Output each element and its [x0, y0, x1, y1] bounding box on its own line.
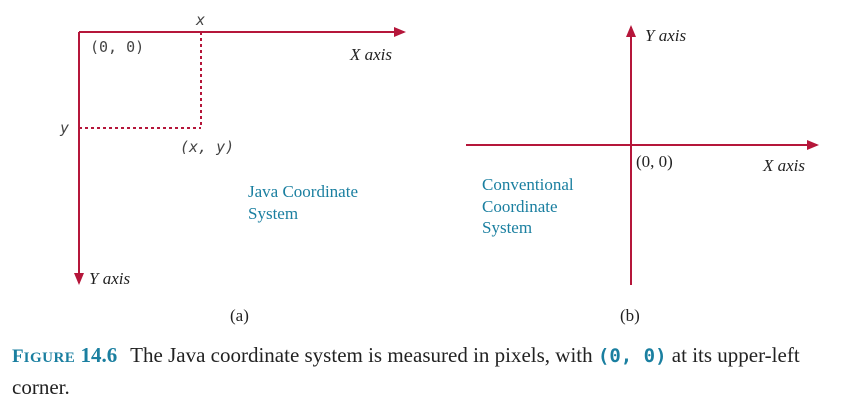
coordinate-figure: x (0, 0) X axis y (x, y) Java Coordinate… [59, 11, 819, 325]
java-title-line2: System [248, 204, 298, 223]
java-point-label: (x, y) [180, 138, 234, 156]
caption-text-before: The Java coordinate system is measured i… [130, 343, 598, 367]
conventional-title-line2: Coordinate [482, 197, 558, 216]
conventional-y-axis-label: Y axis [645, 26, 686, 45]
conventional-title-line1: Conventional [482, 175, 574, 194]
figure-number: 14.6 [80, 343, 118, 367]
figure-caption: FIGURE 14.6 The Java coordinate system i… [12, 341, 832, 402]
java-sublabel: (a) [230, 306, 249, 325]
java-x-axis-label: X axis [349, 45, 392, 64]
figure-label: FIGURE [12, 346, 75, 367]
java-title-line1: Java Coordinate [248, 182, 358, 201]
conventional-x-axis-label: X axis [762, 156, 805, 175]
conventional-title-line3: System [482, 218, 532, 237]
java-y-marker: y [59, 119, 69, 137]
java-y-axis-label: Y axis [89, 269, 130, 288]
java-x-marker: x [195, 11, 205, 29]
java-coordinate-diagram: x (0, 0) X axis y (x, y) Java Coordinate… [59, 11, 406, 325]
caption-code: (0, 0) [597, 345, 667, 367]
java-origin-label: (0, 0) [90, 38, 144, 56]
figure-label-rest: IGURE [23, 350, 76, 366]
conventional-coordinate-diagram: Y axis (0, 0) X axis Conventional Coordi… [466, 25, 819, 325]
conventional-sublabel: (b) [620, 306, 640, 325]
conventional-origin-label: (0, 0) [636, 152, 673, 171]
figure-label-initial: F [12, 346, 24, 367]
